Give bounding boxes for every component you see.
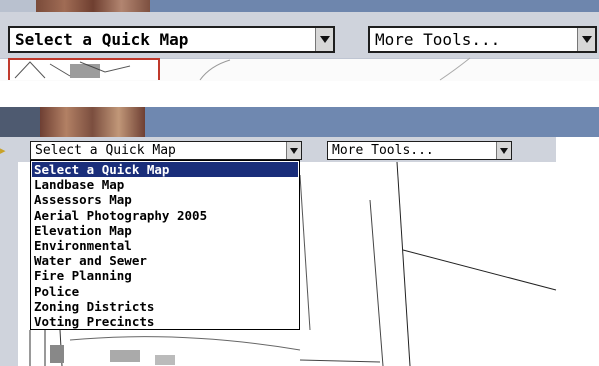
dropdown-option[interactable]: Select a Quick Map	[32, 162, 298, 178]
dropdown-option[interactable]: Landbase Map	[32, 177, 298, 192]
more-tools-select[interactable]: More Tools...	[327, 141, 512, 160]
dropdown-option[interactable]: Elevation Map	[32, 223, 298, 238]
dropdown-option[interactable]: Zoning Districts	[32, 299, 298, 314]
dropdown-option[interactable]: Assessors Map	[32, 192, 298, 207]
quick-map-select-value: Select a Quick Map	[35, 143, 176, 158]
quick-map-dropdown-list[interactable]: Select a Quick Map Landbase Map Assessors …	[30, 160, 300, 330]
dropdown-option[interactable]: Voting Precincts	[32, 314, 298, 329]
expand-arrow-icon[interactable]: ▸	[0, 144, 6, 157]
dropdown-option[interactable]: Fire Planning	[32, 268, 298, 283]
quick-map-select-open[interactable]: Select a Quick Map	[30, 141, 302, 160]
dropdown-option[interactable]: Police	[32, 284, 298, 299]
chevron-down-icon[interactable]	[286, 142, 301, 159]
chevron-down-icon[interactable]	[496, 142, 511, 159]
dropdown-option[interactable]: Environmental	[32, 238, 298, 253]
dropdown-option[interactable]: Aerial Photography 2005	[32, 208, 298, 223]
dropdown-option[interactable]: Water and Sewer	[32, 253, 298, 268]
more-tools-select-value: More Tools...	[332, 143, 434, 158]
